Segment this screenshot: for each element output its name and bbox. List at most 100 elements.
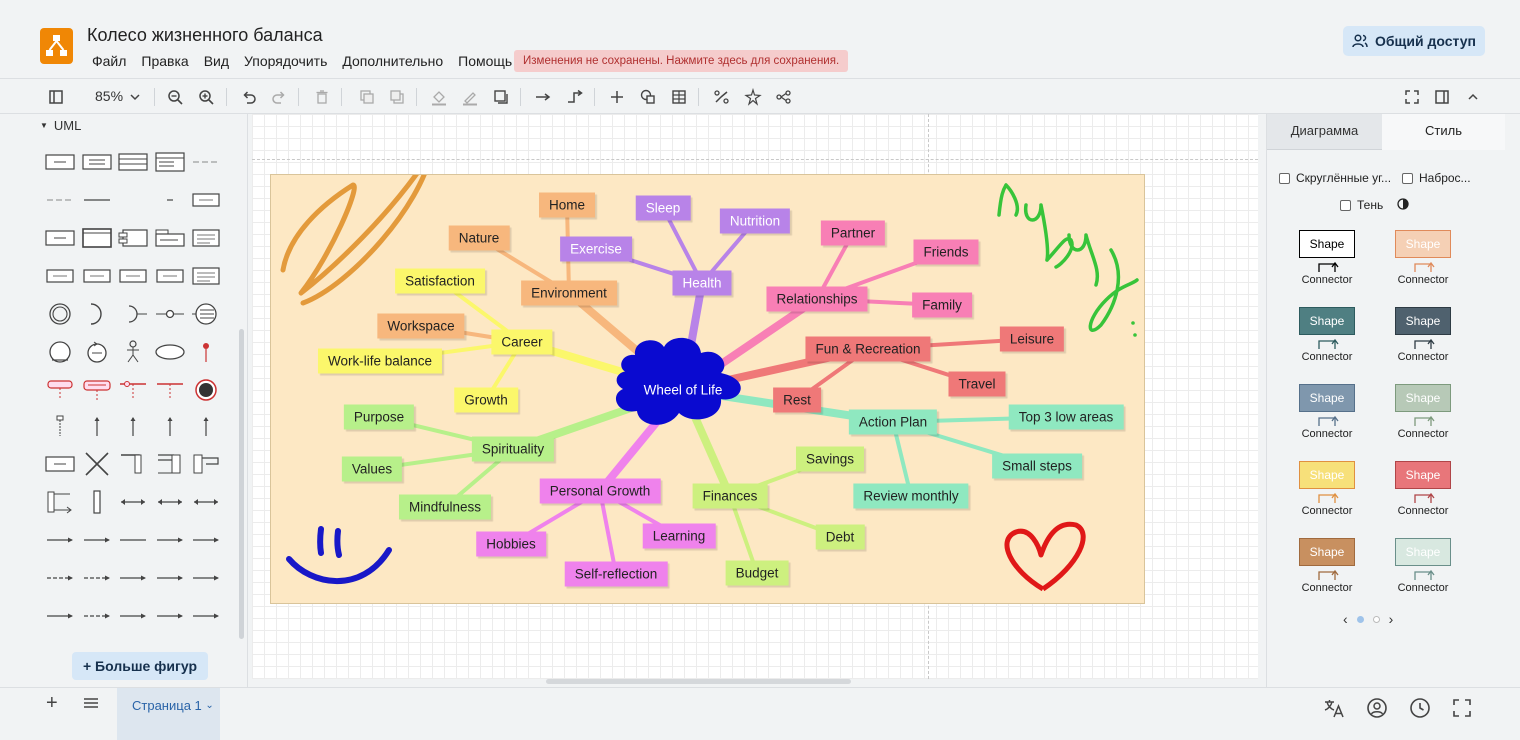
- uml-shape-lineArr[interactable]: [190, 527, 222, 553]
- uml-shape-pkg[interactable]: [154, 225, 186, 251]
- rounded-checkbox[interactable]: [1279, 172, 1290, 184]
- mindmap-node-work-life-balance[interactable]: Work-life balance: [317, 348, 443, 374]
- uml-shape-dash[interactable]: [44, 187, 76, 213]
- style-preset-6[interactable]: Shape Connector: [1297, 461, 1357, 519]
- mindmap-node-review-monthly[interactable]: Review monthly: [853, 483, 969, 509]
- uml-shape-dashArr[interactable]: [81, 565, 113, 591]
- history-icon[interactable]: [1408, 696, 1432, 720]
- style-preset-0[interactable]: Shape Connector: [1297, 230, 1357, 288]
- table-icon[interactable]: [668, 86, 690, 108]
- uml-shape-redBar[interactable]: [44, 377, 76, 403]
- next-page-icon[interactable]: ›: [1389, 611, 1394, 627]
- format-panel-icon[interactable]: [1431, 86, 1453, 108]
- uml-shape-circ[interactable]: [44, 339, 76, 365]
- mindmap-node-home[interactable]: Home: [538, 192, 596, 218]
- uml-shape-cross[interactable]: [81, 451, 113, 477]
- uml-shape-line[interactable]: [117, 527, 149, 553]
- rounded-option[interactable]: Скруглённые уг...: [1279, 171, 1391, 185]
- to-back-icon[interactable]: [386, 86, 408, 108]
- uml-shape-arrowL[interactable]: [117, 489, 149, 515]
- mindmap-node-health[interactable]: Health: [672, 270, 732, 296]
- fullscreen-icon[interactable]: [1401, 86, 1423, 108]
- shadow-checkbox[interactable]: [1340, 199, 1351, 211]
- redo-icon[interactable]: [268, 86, 290, 108]
- to-front-icon[interactable]: [356, 86, 378, 108]
- share-button[interactable]: Общий доступ: [1343, 26, 1485, 56]
- style-preset-7[interactable]: Shape Connector: [1393, 461, 1453, 519]
- more-shapes-button[interactable]: + Больше фигур: [72, 652, 208, 680]
- mindmap-node-leisure[interactable]: Leisure: [999, 326, 1065, 352]
- uml-shape-arrowUp[interactable]: [190, 413, 222, 439]
- mindmap-node-budget[interactable]: Budget: [725, 560, 789, 586]
- uml-shape-arrowUp[interactable]: [81, 413, 113, 439]
- mindmap-node-action-plan[interactable]: Action Plan: [848, 409, 938, 435]
- uml-shape-circLine[interactable]: [154, 301, 186, 327]
- pages-menu-icon[interactable]: [82, 694, 100, 712]
- tab-diagram[interactable]: Диаграмма: [1267, 114, 1382, 150]
- mindmap-node-self-reflection[interactable]: Self-reflection: [564, 561, 668, 587]
- uml-shape-rect4[interactable]: [154, 149, 186, 175]
- menu-view[interactable]: Вид: [204, 53, 229, 69]
- mindmap-node-career[interactable]: Career: [491, 329, 553, 355]
- shapes-icon[interactable]: [637, 86, 659, 108]
- add-page-icon[interactable]: +: [46, 692, 58, 715]
- uml-shape-line[interactable]: [81, 187, 113, 213]
- uml-shape-arrowUp[interactable]: [117, 413, 149, 439]
- mindmap-node-relationships[interactable]: Relationships: [766, 286, 868, 312]
- uml-shape-rect[interactable]: [44, 149, 76, 175]
- zoom-dropdown-icon[interactable]: [124, 86, 146, 108]
- uml-shape-arrowUp[interactable]: [154, 413, 186, 439]
- mindmap-node-savings[interactable]: Savings: [795, 446, 865, 472]
- shadow-icon[interactable]: [490, 86, 512, 108]
- uml-shape-lineArr[interactable]: [154, 603, 186, 629]
- mindmap-node-family[interactable]: Family: [912, 292, 972, 318]
- mindmap-node-top-3-low-areas[interactable]: Top 3 low areas: [1008, 404, 1124, 430]
- mindmap-node-environment[interactable]: Environment: [521, 280, 617, 306]
- mindmap-node-personal-growth[interactable]: Personal Growth: [539, 478, 661, 504]
- uml-shape-stick[interactable]: [44, 413, 76, 439]
- menu-edit[interactable]: Правка: [141, 53, 188, 69]
- sketch-option[interactable]: Наброс...: [1402, 171, 1471, 185]
- unsaved-changes-notice[interactable]: Изменения не сохранены. Нажмите здесь дл…: [514, 50, 849, 72]
- zoom-level[interactable]: 85%: [95, 88, 123, 104]
- uml-shape-rectS[interactable]: [190, 187, 222, 213]
- uml-shape-bracket2[interactable]: [154, 451, 186, 477]
- line-color-icon[interactable]: [459, 86, 481, 108]
- uml-shape-lineArr[interactable]: [117, 565, 149, 591]
- uml-shape-rectB[interactable]: [81, 225, 113, 251]
- uml-shape-frame[interactable]: [44, 489, 76, 515]
- undo-icon[interactable]: [238, 86, 260, 108]
- mindmap-node-rest[interactable]: Rest: [773, 387, 821, 413]
- delete-icon[interactable]: [311, 86, 333, 108]
- mindmap-node-workspace[interactable]: Workspace: [377, 313, 465, 339]
- uml-shape-lineArr[interactable]: [44, 603, 76, 629]
- mindmap-node-satisfaction[interactable]: Satisfaction: [395, 268, 485, 294]
- zoom-out-icon[interactable]: [164, 86, 186, 108]
- blue-smiley[interactable]: [286, 526, 392, 585]
- menu-file[interactable]: Файл: [92, 53, 126, 69]
- zoom-in-icon[interactable]: [195, 86, 217, 108]
- uml-shape-redT[interactable]: [117, 377, 149, 403]
- uml-shape-ellipse[interactable]: [154, 339, 186, 365]
- pager-dot-active[interactable]: [1356, 615, 1364, 623]
- uml-shape-dashArr[interactable]: [44, 565, 76, 591]
- uml-shape-bracket3[interactable]: [190, 451, 222, 477]
- mindmap-node-exercise[interactable]: Exercise: [560, 236, 632, 262]
- mindmap-node-travel[interactable]: Travel: [948, 371, 1006, 397]
- menu-help[interactable]: Помощь: [458, 53, 512, 69]
- uml-shape-rectS[interactable]: [81, 263, 113, 289]
- mindmap-node-finances[interactable]: Finances: [692, 483, 768, 509]
- style-preset-2[interactable]: Shape Connector: [1297, 307, 1357, 365]
- uml-shape-rect[interactable]: [44, 451, 76, 477]
- uml-shape-dash[interactable]: [190, 149, 222, 175]
- insert-icon[interactable]: [606, 86, 628, 108]
- menu-extras[interactable]: Дополнительно: [342, 53, 443, 69]
- uml-shape-lineArr[interactable]: [154, 527, 186, 553]
- mindmap-node-mindfulness[interactable]: Mindfulness: [398, 494, 492, 520]
- uml-shape-redBox[interactable]: [81, 377, 113, 403]
- mindmap-node-fun-recreation[interactable]: Fun & Recreation: [805, 336, 931, 362]
- style-preset-3[interactable]: Shape Connector: [1393, 307, 1453, 365]
- contrast-icon[interactable]: [1397, 198, 1409, 210]
- uml-shape-arrowL[interactable]: [154, 489, 186, 515]
- layout-icon[interactable]: [773, 86, 795, 108]
